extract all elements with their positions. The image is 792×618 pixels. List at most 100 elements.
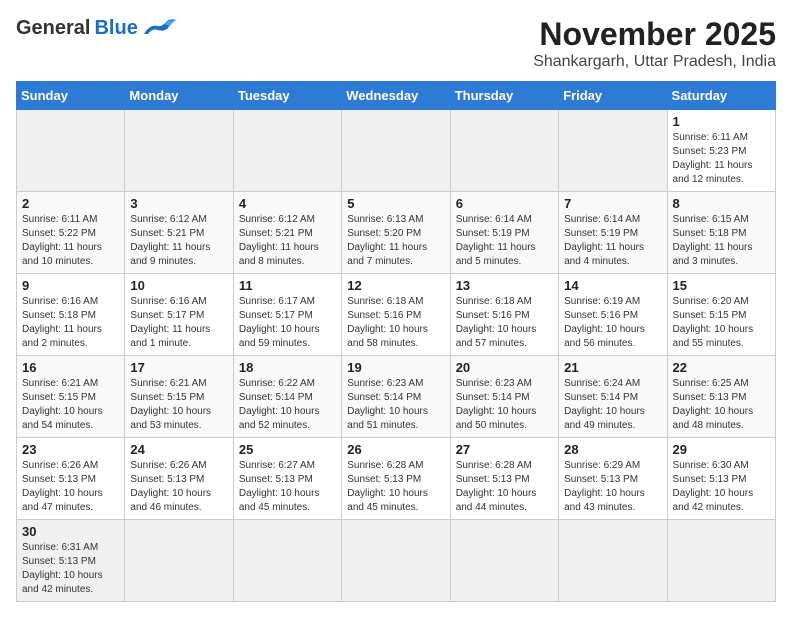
calendar-cell: 27 Sunrise: 6:28 AM Sunset: 5:13 PM Dayli… — [450, 438, 558, 520]
calendar-cell: 28 Sunrise: 6:29 AM Sunset: 5:13 PM Dayli… — [559, 438, 667, 520]
day-number: 13 — [456, 278, 553, 293]
calendar-cell: 16Sunrise: 6:21 AM Sunset: 5:15 PM Dayli… — [17, 356, 125, 438]
calendar-cell — [125, 520, 233, 602]
calendar-cell: 4Sunrise: 6:12 AM Sunset: 5:21 PM Daylig… — [233, 192, 341, 274]
cell-info: Sunrise: 6:24 AM Sunset: 5:14 PM Dayligh… — [564, 377, 661, 433]
day-number: 14 — [564, 278, 661, 293]
day-number: 3 — [130, 196, 227, 211]
day-number: 30 — [22, 524, 119, 539]
day-number: 27 — [456, 442, 553, 457]
cell-info: Sunrise: 6:12 AM Sunset: 5:21 PM Dayligh… — [130, 213, 227, 269]
calendar-cell — [233, 520, 341, 602]
calendar-week-row: 23 Sunrise: 6:26 AM Sunset: 5:13 PM Dayli… — [17, 438, 776, 520]
weekday-header-sunday: Sunday — [17, 82, 125, 110]
month-title: November 2025 — [533, 16, 776, 53]
calendar-cell: 2 Sunrise: 6:11 AM Sunset: 5:22 PM Daylig… — [17, 192, 125, 274]
cell-info: Sunrise: 6:22 AM Sunset: 5:14 PM Dayligh… — [239, 377, 336, 433]
day-number: 11 — [239, 278, 336, 293]
weekday-header-thursday: Thursday — [450, 82, 558, 110]
day-number: 1 — [673, 114, 770, 129]
calendar-cell — [342, 110, 450, 192]
calendar-cell: 6 Sunrise: 6:14 AM Sunset: 5:19 PM Daylig… — [450, 192, 558, 274]
calendar-cell: 15Sunrise: 6:20 AM Sunset: 5:15 PM Dayli… — [667, 274, 775, 356]
calendar-cell: 13Sunrise: 6:18 AM Sunset: 5:16 PM Dayli… — [450, 274, 558, 356]
cell-info: Sunrise: 6:11 AM Sunset: 5:22 PM Dayligh… — [22, 213, 119, 269]
day-number: 23 — [22, 442, 119, 457]
logo: GeneralBlue — [16, 16, 178, 40]
cell-info: Sunrise: 6:29 AM Sunset: 5:13 PM Dayligh… — [564, 459, 661, 515]
calendar-cell: 17Sunrise: 6:21 AM Sunset: 5:15 PM Dayli… — [125, 356, 233, 438]
logo-general-text: General — [16, 17, 90, 40]
calendar-cell: 10 Sunrise: 6:16 AM Sunset: 5:17 PM Dayli… — [125, 274, 233, 356]
calendar-cell: 12Sunrise: 6:18 AM Sunset: 5:16 PM Dayli… — [342, 274, 450, 356]
calendar-cell: 3 Sunrise: 6:12 AM Sunset: 5:21 PM Daylig… — [125, 192, 233, 274]
calendar-cell: 14 Sunrise: 6:19 AM Sunset: 5:16 PM Dayli… — [559, 274, 667, 356]
day-number: 9 — [22, 278, 119, 293]
cell-info: Sunrise: 6:16 AM Sunset: 5:18 PM Dayligh… — [22, 295, 119, 351]
calendar-cell: 29Sunrise: 6:30 AM Sunset: 5:13 PM Dayli… — [667, 438, 775, 520]
calendar-cell: 19Sunrise: 6:23 AM Sunset: 5:14 PM Dayli… — [342, 356, 450, 438]
day-number: 29 — [673, 442, 770, 457]
calendar-cell: 20Sunrise: 6:23 AM Sunset: 5:14 PM Dayli… — [450, 356, 558, 438]
calendar-cell — [125, 110, 233, 192]
calendar-cell — [450, 110, 558, 192]
day-number: 17 — [130, 360, 227, 375]
cell-info: Sunrise: 6:14 AM Sunset: 5:19 PM Dayligh… — [456, 213, 553, 269]
calendar-cell: 22Sunrise: 6:25 AM Sunset: 5:13 PM Dayli… — [667, 356, 775, 438]
calendar-cell: 30 Sunrise: 6:31 AM Sunset: 5:13 PM Dayli… — [17, 520, 125, 602]
weekday-header-tuesday: Tuesday — [233, 82, 341, 110]
calendar-cell: 25 Sunrise: 6:27 AM Sunset: 5:13 PM Dayli… — [233, 438, 341, 520]
cell-info: Sunrise: 6:20 AM Sunset: 5:15 PM Dayligh… — [673, 295, 770, 351]
title-section: November 2025 Shankargarh, Uttar Pradesh… — [533, 16, 776, 71]
cell-info: Sunrise: 6:16 AM Sunset: 5:17 PM Dayligh… — [130, 295, 227, 351]
day-number: 10 — [130, 278, 227, 293]
weekday-header-saturday: Saturday — [667, 82, 775, 110]
calendar-cell: 23 Sunrise: 6:26 AM Sunset: 5:13 PM Dayli… — [17, 438, 125, 520]
calendar-cell: 18 Sunrise: 6:22 AM Sunset: 5:14 PM Dayli… — [233, 356, 341, 438]
day-number: 12 — [347, 278, 444, 293]
cell-info: Sunrise: 6:12 AM Sunset: 5:21 PM Dayligh… — [239, 213, 336, 269]
day-number: 6 — [456, 196, 553, 211]
calendar-cell — [17, 110, 125, 192]
calendar-week-row: 1 Sunrise: 6:11 AM Sunset: 5:23 PM Daylig… — [17, 110, 776, 192]
day-number: 7 — [564, 196, 661, 211]
day-number: 20 — [456, 360, 553, 375]
location-subtitle: Shankargarh, Uttar Pradesh, India — [533, 53, 776, 71]
cell-info: Sunrise: 6:26 AM Sunset: 5:13 PM Dayligh… — [22, 459, 119, 515]
logo-blue-text: Blue — [94, 17, 137, 40]
calendar-cell: 26Sunrise: 6:28 AM Sunset: 5:13 PM Dayli… — [342, 438, 450, 520]
calendar-body: 1 Sunrise: 6:11 AM Sunset: 5:23 PM Daylig… — [17, 110, 776, 602]
page-header: GeneralBlue November 2025 Shankargarh, U… — [16, 16, 776, 71]
cell-info: Sunrise: 6:31 AM Sunset: 5:13 PM Dayligh… — [22, 541, 119, 597]
day-number: 16 — [22, 360, 119, 375]
cell-info: Sunrise: 6:15 AM Sunset: 5:18 PM Dayligh… — [673, 213, 770, 269]
day-number: 24 — [130, 442, 227, 457]
day-number: 21 — [564, 360, 661, 375]
cell-info: Sunrise: 6:27 AM Sunset: 5:13 PM Dayligh… — [239, 459, 336, 515]
calendar-week-row: 2 Sunrise: 6:11 AM Sunset: 5:22 PM Daylig… — [17, 192, 776, 274]
day-number: 22 — [673, 360, 770, 375]
cell-info: Sunrise: 6:19 AM Sunset: 5:16 PM Dayligh… — [564, 295, 661, 351]
calendar-week-row: 9 Sunrise: 6:16 AM Sunset: 5:18 PM Daylig… — [17, 274, 776, 356]
day-number: 5 — [347, 196, 444, 211]
cell-info: Sunrise: 6:28 AM Sunset: 5:13 PM Dayligh… — [456, 459, 553, 515]
day-number: 25 — [239, 442, 336, 457]
day-number: 8 — [673, 196, 770, 211]
calendar-cell — [667, 520, 775, 602]
day-number: 18 — [239, 360, 336, 375]
calendar-header: SundayMondayTuesdayWednesdayThursdayFrid… — [17, 82, 776, 110]
cell-info: Sunrise: 6:11 AM Sunset: 5:23 PM Dayligh… — [673, 131, 770, 187]
weekday-header-monday: Monday — [125, 82, 233, 110]
day-number: 2 — [22, 196, 119, 211]
calendar-week-row: 16Sunrise: 6:21 AM Sunset: 5:15 PM Dayli… — [17, 356, 776, 438]
calendar-cell: 24Sunrise: 6:26 AM Sunset: 5:13 PM Dayli… — [125, 438, 233, 520]
calendar-cell: 1 Sunrise: 6:11 AM Sunset: 5:23 PM Daylig… — [667, 110, 775, 192]
calendar-cell — [233, 110, 341, 192]
cell-info: Sunrise: 6:17 AM Sunset: 5:17 PM Dayligh… — [239, 295, 336, 351]
calendar-cell: 11 Sunrise: 6:17 AM Sunset: 5:17 PM Dayli… — [233, 274, 341, 356]
logo-bird-icon — [142, 16, 178, 40]
day-number: 28 — [564, 442, 661, 457]
calendar-cell: 7Sunrise: 6:14 AM Sunset: 5:19 PM Daylig… — [559, 192, 667, 274]
weekday-header-row: SundayMondayTuesdayWednesdayThursdayFrid… — [17, 82, 776, 110]
cell-info: Sunrise: 6:23 AM Sunset: 5:14 PM Dayligh… — [347, 377, 444, 433]
